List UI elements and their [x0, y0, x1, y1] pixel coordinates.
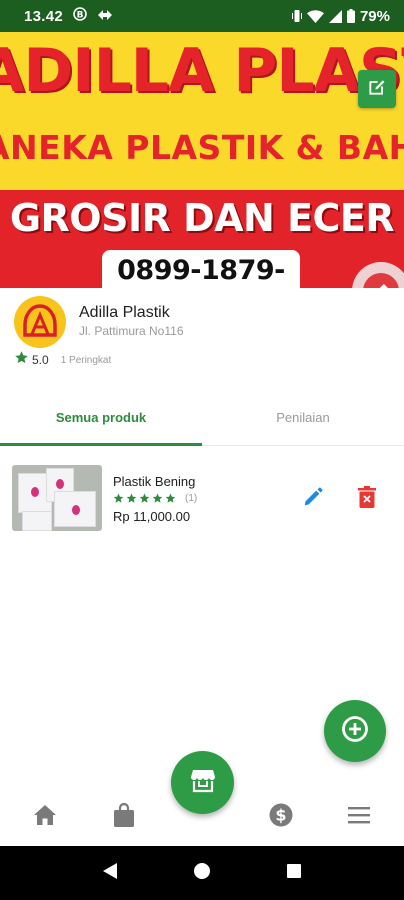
edit-banner-button[interactable] [358, 70, 396, 108]
status-bar: 13.42 B 79% [0, 0, 404, 32]
nav-menu[interactable] [344, 802, 374, 832]
nav-orders[interactable] [109, 802, 139, 832]
home-circle-icon [193, 862, 211, 885]
add-product-fab[interactable] [324, 700, 386, 762]
nav-finance[interactable]: $ [266, 802, 296, 832]
shop-logo [14, 296, 66, 348]
add-circle-icon [341, 715, 369, 748]
banner-title: ADILLA PLASTIK [0, 36, 404, 106]
delete-product-button[interactable] [352, 484, 382, 514]
bag-print [72, 505, 80, 515]
banner-subtitle: ANEKA PLASTIK & BAHAN KUE [0, 128, 404, 167]
app-notification-icon: B [73, 7, 87, 25]
dollar-circle-icon: $ [269, 803, 293, 832]
nav-home[interactable] [30, 802, 60, 832]
banner-phone: 0899-1879-617 [102, 250, 300, 288]
data-transfer-icon [97, 8, 113, 25]
home-system-button[interactable] [188, 859, 216, 887]
battery-icon [346, 9, 355, 23]
bottom-navigation: $ [0, 790, 404, 846]
recents-button[interactable] [280, 859, 308, 887]
shop-name: Adilla Plastik [79, 304, 170, 321]
vibrate-icon [291, 9, 302, 23]
shop-rating-count: 1 Peringkat [60, 354, 112, 366]
system-navigation-bar [0, 846, 404, 900]
home-icon [33, 804, 57, 831]
back-triangle-icon [102, 862, 118, 885]
product-image[interactable] [12, 465, 102, 531]
bag-print [56, 479, 64, 489]
banner-tagline: GROSIR DAN ECER [9, 196, 395, 240]
delete-icon [358, 485, 376, 513]
edit-product-button[interactable] [298, 484, 328, 514]
shop-address: Jl. Pattimura No116 [79, 324, 184, 338]
shop-rating: 5.0 1 Peringkat [14, 350, 111, 370]
tab-reviews[interactable]: Penilaian [202, 400, 404, 448]
shop-banner: ADILLA PLASTIK ANEKA PLASTIK & BAHAN KUE… [0, 32, 404, 288]
tab-all-products[interactable]: Semua produk [0, 400, 202, 448]
bag-shape [22, 511, 52, 531]
back-button[interactable] [96, 859, 124, 887]
tab-indicator [0, 443, 202, 446]
product-price: Rp 11,000.00 [113, 509, 191, 524]
shop-rating-value: 5.0 [32, 353, 49, 367]
product-name[interactable]: Plastik Bening [113, 474, 195, 489]
bag-print [31, 487, 39, 497]
svg-text:$: $ [275, 805, 286, 824]
product-tabs: Semua produk Penilaian [0, 400, 404, 448]
battery-percent: 79% [359, 7, 390, 25]
status-time: 13.42 [24, 7, 64, 25]
svg-text:B: B [77, 11, 84, 21]
recents-square-icon [286, 863, 302, 884]
pencil-icon [302, 486, 324, 513]
assistant-icon [363, 273, 399, 288]
star-icon [14, 350, 29, 370]
signal-icon [328, 9, 342, 23]
product-stars-icon [113, 493, 176, 503]
wifi-icon [306, 9, 324, 23]
menu-icon [348, 806, 370, 829]
product-review-count: (1) [185, 493, 198, 504]
shopping-bag-icon [114, 802, 134, 832]
edit-square-icon [367, 77, 387, 102]
product-rating: (1) [113, 493, 197, 504]
